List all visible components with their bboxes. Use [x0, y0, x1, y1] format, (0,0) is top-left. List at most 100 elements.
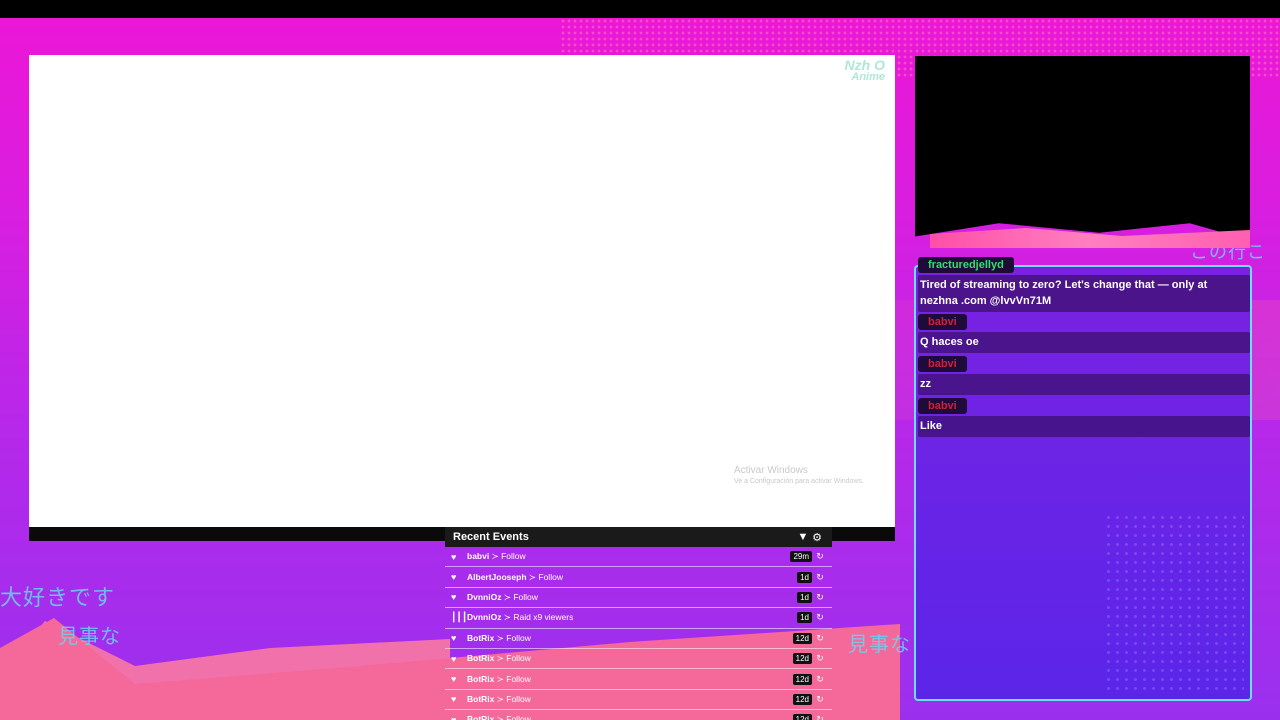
replay-icon[interactable]: ↻ [814, 633, 826, 644]
heart-icon: ♥ [451, 572, 457, 583]
webcam-frame [915, 56, 1250, 241]
event-separator: ≻ [503, 612, 511, 623]
replay-icon[interactable]: ↻ [814, 653, 826, 664]
event-text: DvnniOz ≻ Raid x9 viewers [467, 612, 797, 623]
gear-icon[interactable]: ⚙ [810, 531, 824, 544]
event-action: Follow [506, 632, 531, 643]
chat-message-text: zz [918, 374, 1250, 395]
event-action: Follow [513, 591, 538, 602]
chat-box: fracturedjellyd Tired of streaming to ze… [914, 257, 1252, 701]
event-text: BotRix ≻ Follow [467, 674, 793, 685]
event-row[interactable]: ♥ AlbertJooseph ≻ Follow 1d ↻ [445, 567, 832, 588]
event-action: Raid x9 viewers [513, 612, 574, 623]
event-separator: ≻ [496, 632, 504, 643]
raid-icon: ┃┃┃ [451, 612, 468, 623]
event-text: AlbertJooseph ≻ Follow [467, 572, 797, 583]
event-action: Follow [506, 714, 531, 720]
event-user: babvi [467, 551, 490, 562]
event-user: DvnniOz [467, 612, 502, 623]
recent-events-header: Recent Events ▼ ⚙ [445, 527, 832, 547]
event-text: BotRix ≻ Follow [467, 653, 793, 664]
event-user: BotRix [467, 653, 495, 664]
event-separator: ≻ [528, 571, 537, 582]
heart-icon: ♥ [451, 653, 457, 664]
event-time: 12d [792, 714, 812, 720]
chat-message: babvi Q haces oe [918, 312, 1250, 353]
replay-icon[interactable]: ↻ [814, 572, 826, 583]
event-action: Follow [506, 693, 531, 704]
replay-icon[interactable]: ↻ [814, 714, 826, 720]
event-row[interactable]: ♥ BotRix ≻ Follow 12d ↻ [445, 669, 832, 690]
event-separator: ≻ [496, 653, 504, 664]
event-user: BotRix [467, 693, 495, 704]
replay-icon[interactable]: ↻ [814, 694, 826, 705]
event-separator: ≻ [496, 673, 504, 684]
watermark-sub: Ve a Configuración para activar Windows. [734, 478, 864, 485]
replay-icon[interactable]: ↻ [814, 551, 826, 562]
heart-icon: ♥ [451, 592, 457, 603]
event-action: Follow [506, 653, 531, 664]
event-time: 1d [797, 571, 812, 583]
chat-message: fracturedjellyd Tired of streaming to ze… [918, 255, 1250, 312]
chat-username: babvi [918, 356, 967, 372]
heart-icon: ♥ [451, 714, 457, 720]
chat-dot-pattern [1104, 513, 1244, 693]
event-row[interactable]: ♥ DvnniOz ≻ Follow 1d ↻ [445, 588, 832, 609]
event-row[interactable]: ♥ BotRix ≻ Follow 12d ↻ [445, 690, 832, 711]
recent-events-panel: Recent Events ▼ ⚙ ♥ babvi ≻ Follow 29m ↻ ♥ Al… [445, 527, 832, 720]
chat-username: babvi [918, 398, 967, 414]
event-user: BotRix [467, 632, 495, 643]
event-row[interactable]: ♥ BotRix ≻ Follow 12d ↻ [445, 629, 832, 649]
event-row[interactable]: ♥ BotRix ≻ Follow 12d ↻ [445, 649, 832, 670]
event-time: 12d [792, 673, 812, 685]
event-user: BotRix [467, 673, 495, 684]
chat-message: babvi zz [918, 354, 1250, 395]
heart-icon: ♥ [451, 694, 457, 705]
event-separator: ≻ [491, 551, 499, 562]
replay-icon[interactable]: ↻ [814, 674, 826, 685]
event-time: 1d [797, 591, 812, 603]
chat-message: babvi Like [918, 396, 1250, 437]
chat-message-text: Tired of streaming to zero? Let's change… [918, 275, 1250, 312]
event-time: 29m [790, 551, 812, 563]
game-screen-capture: Nzh O Anime Activar Windows Ve a Configu… [29, 55, 895, 527]
event-time: 12d [792, 632, 812, 644]
top-black-bar [0, 0, 1280, 18]
event-action: Follow [506, 673, 531, 684]
japanese-text-3: 見事な [848, 632, 911, 656]
event-time: 1d [797, 612, 812, 624]
replay-icon[interactable]: ↻ [814, 592, 826, 603]
event-action: Follow [538, 571, 563, 582]
watermark-title: Activar Windows [734, 465, 808, 476]
event-separator: ≻ [496, 714, 504, 720]
replay-icon[interactable]: ↻ [814, 612, 826, 623]
japanese-text-2: 見事な [58, 624, 121, 648]
event-text: DvnniOz ≻ Follow [467, 592, 797, 603]
event-text: BotRix ≻ Follow [467, 633, 793, 644]
event-time: 12d [792, 653, 812, 665]
event-text: BotRix ≻ Follow [467, 694, 793, 705]
event-user: BotRix [467, 714, 495, 720]
event-row[interactable]: ♥ babvi ≻ Follow 29m ↻ [445, 547, 832, 568]
chat-username: babvi [918, 314, 967, 330]
event-text: babvi ≻ Follow [467, 551, 790, 562]
stream-logo: Nzh O Anime [807, 57, 885, 91]
chat-username: fracturedjellyd [918, 257, 1014, 273]
heart-icon: ♥ [451, 551, 457, 562]
event-row[interactable]: ♥ BotRix ≻ Follow 12d ↻ [445, 710, 832, 720]
filter-icon[interactable]: ▼ [796, 531, 810, 543]
event-separator: ≻ [503, 591, 511, 602]
heart-icon: ♥ [451, 633, 457, 644]
japanese-text-1: 大好きです [0, 586, 116, 611]
recent-events-list: ♥ babvi ≻ Follow 29m ↻ ♥ AlbertJooseph ≻ Foll… [445, 547, 832, 720]
event-user: DvnniOz [467, 591, 502, 602]
chat-message-text: Like [918, 416, 1250, 437]
event-user: AlbertJooseph [467, 571, 527, 582]
chat-message-text: Q haces oe [918, 332, 1250, 353]
windows-activation-watermark: Activar Windows Ve a Configuración para … [734, 465, 864, 485]
heart-icon: ♥ [451, 674, 457, 685]
event-separator: ≻ [496, 693, 504, 704]
event-time: 12d [792, 693, 812, 705]
event-text: BotRix ≻ Follow [467, 714, 793, 720]
event-row[interactable]: ┃┃┃ DvnniOz ≻ Raid x9 viewers 1d ↻ [445, 608, 832, 629]
